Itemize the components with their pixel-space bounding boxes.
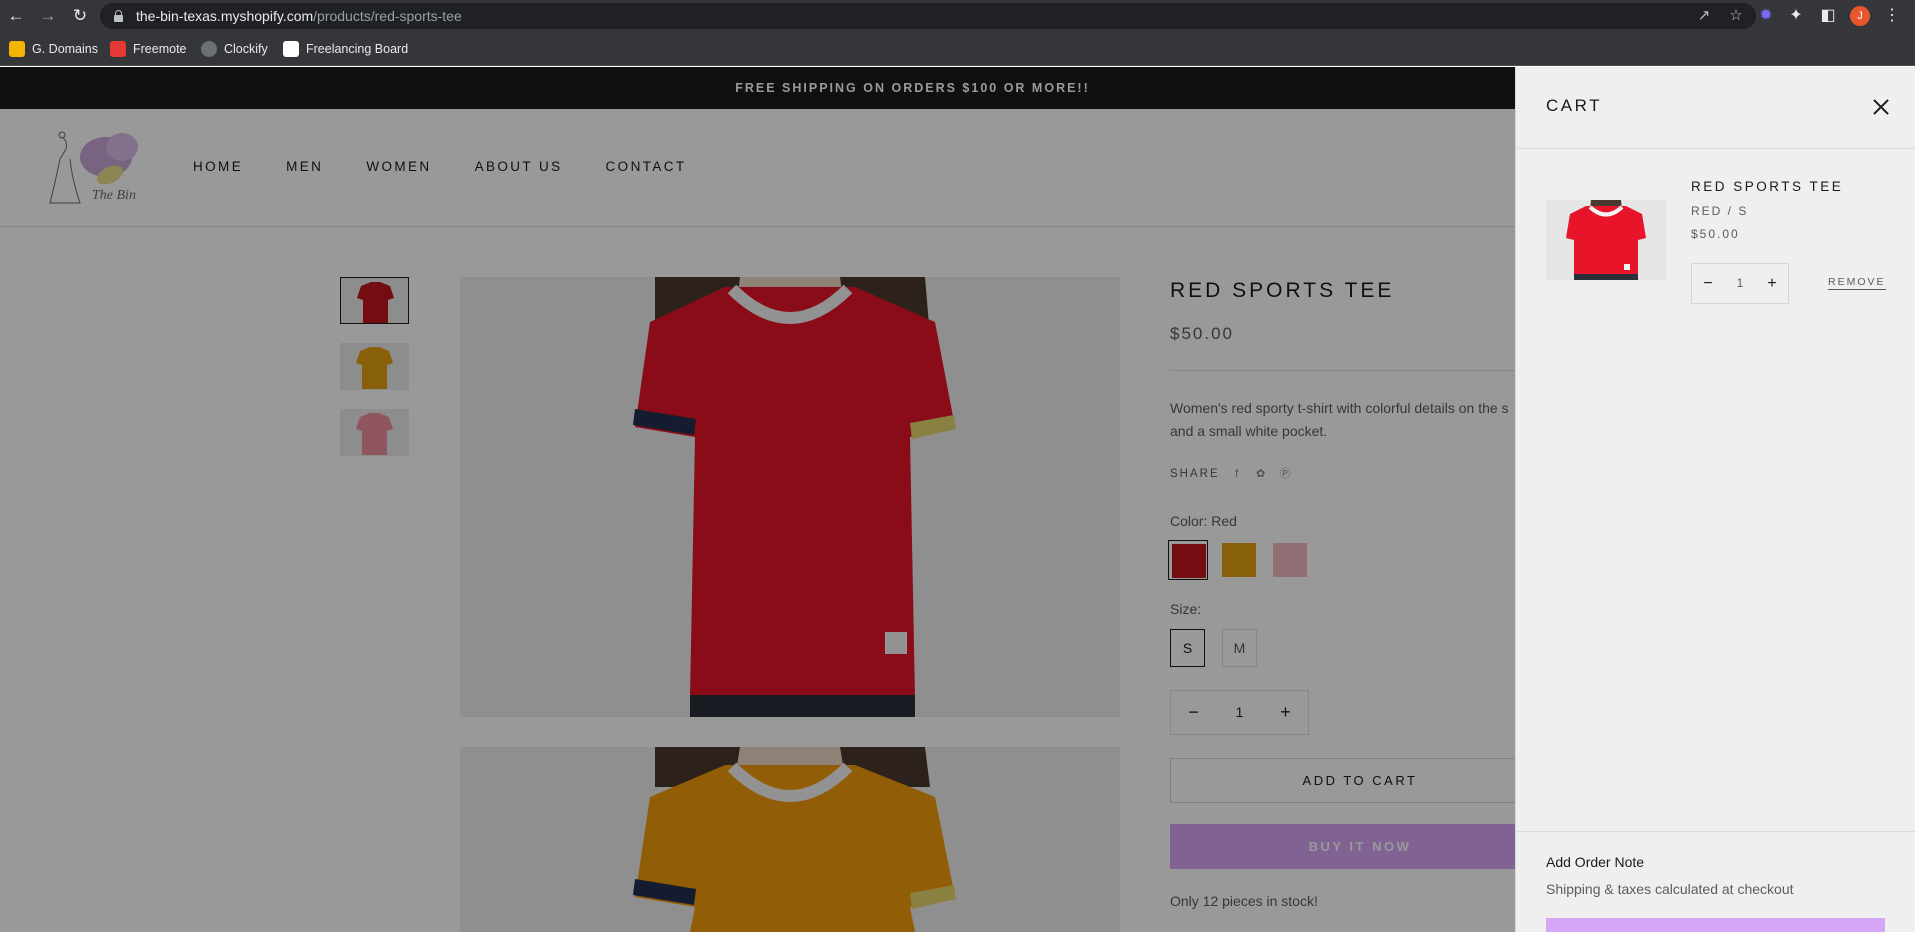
menu-kebab-icon[interactable]: ⋮ <box>1880 4 1904 28</box>
clockify-icon <box>201 41 217 57</box>
plus-icon[interactable]: + <box>1756 264 1788 303</box>
lock-icon <box>114 10 123 22</box>
bookmark-freemote[interactable]: Freemote <box>110 40 187 58</box>
side-panel-icon[interactable]: ◧ <box>1816 4 1840 28</box>
cart-quantity-stepper: − 1 + <box>1691 263 1789 304</box>
remove-link[interactable]: REMOVE <box>1828 276 1886 290</box>
url-text: the-bin-texas.myshopify.com/products/red… <box>136 8 462 24</box>
cart-title: CART <box>1546 96 1602 115</box>
puzzle-icon[interactable]: ✦ <box>1784 4 1808 28</box>
cart-item-image[interactable] <box>1546 200 1666 280</box>
browser-toolbar: ← → ↻ the-bin-texas.myshopify.com/produc… <box>0 0 1915 32</box>
freemote-icon <box>110 41 126 57</box>
profile-avatar[interactable]: J <box>1850 6 1870 26</box>
minus-icon[interactable]: − <box>1692 264 1724 303</box>
extension-icon[interactable]: ✹ <box>1754 4 1778 28</box>
cart-drawer: CART RED SPORTS TEE RED / S $50.00 − 1 +… <box>1515 67 1915 932</box>
cart-item-variant: RED / S <box>1691 204 1749 218</box>
add-order-note-link[interactable]: Add Order Note <box>1546 854 1644 870</box>
cart-item-name[interactable]: RED SPORTS TEE <box>1691 179 1843 194</box>
shipping-note: Shipping & taxes calculated at checkout <box>1546 881 1794 897</box>
g-domains-icon <box>9 41 25 57</box>
bookmark-g-domains[interactable]: G. Domains <box>9 40 98 58</box>
cart-footer: Add Order Note Shipping & taxes calculat… <box>1516 831 1915 932</box>
cart-item-price: $50.00 <box>1691 227 1740 241</box>
share-icon[interactable]: ↗ <box>1692 4 1716 28</box>
trello-icon <box>283 41 299 57</box>
cart-quantity-value[interactable]: 1 <box>1724 264 1756 303</box>
close-icon[interactable] <box>1871 97 1891 117</box>
bookmarks-bar: G. Domains Freemote Clockify Freelancing… <box>0 32 1915 66</box>
reload-icon[interactable]: ↻ <box>68 4 92 28</box>
bookmark-star-icon[interactable]: ☆ <box>1724 4 1748 28</box>
forward-arrow-icon[interactable]: → <box>36 4 60 28</box>
back-arrow-icon[interactable]: ← <box>4 4 28 28</box>
page-overlay[interactable] <box>0 67 1515 932</box>
address-bar[interactable]: the-bin-texas.myshopify.com/products/red… <box>100 3 1756 29</box>
bookmark-freelancing-board[interactable]: Freelancing Board <box>283 40 408 58</box>
checkout-button[interactable] <box>1546 918 1885 932</box>
bookmark-clockify[interactable]: Clockify <box>201 40 268 58</box>
cart-header: CART <box>1516 67 1915 149</box>
